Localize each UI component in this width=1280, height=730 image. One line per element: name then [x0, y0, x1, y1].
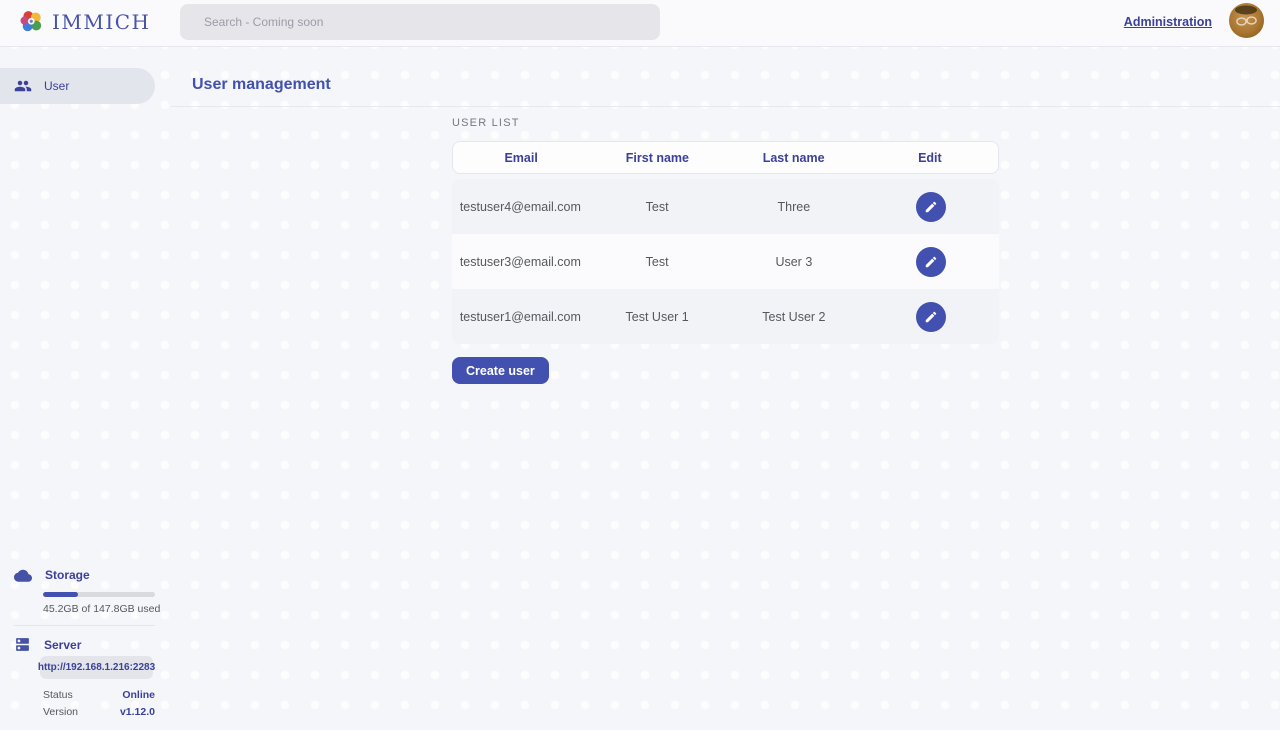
cell-last-name: Three: [726, 200, 863, 214]
column-header-email: Email: [453, 151, 589, 165]
storage-usage-text: 45.2GB of 147.8GB used: [43, 603, 160, 615]
storage-progress-bar: [43, 592, 155, 597]
sidebar-bottom-panel: Storage 45.2GB of 147.8GB used Server ht…: [0, 568, 170, 582]
page-title: User management: [192, 76, 331, 94]
server-icon: [14, 636, 31, 653]
table-row: testuser3@email.com Test User 3: [452, 234, 999, 289]
sidebar-item-user-label: User: [44, 79, 69, 93]
search-input[interactable]: [180, 4, 660, 40]
storage-title: Storage: [45, 568, 90, 582]
sidebar-divider: [14, 625, 155, 626]
cell-email: testuser3@email.com: [452, 255, 589, 269]
cell-email: testuser1@email.com: [452, 310, 589, 324]
server-status-row: Status Online: [43, 688, 155, 701]
immich-flower-logo-icon: [18, 8, 45, 35]
edit-user-button[interactable]: [916, 302, 946, 332]
edit-user-button[interactable]: [916, 192, 946, 222]
user-table-body: testuser4@email.com Test Three testuser3…: [452, 179, 999, 344]
server-section: Server http://192.168.1.216:2283 Status …: [0, 636, 170, 653]
cell-first-name: Test User 1: [589, 310, 726, 324]
topbar: IMMICH Administration: [0, 0, 1280, 47]
cell-last-name: User 3: [726, 255, 863, 269]
cell-last-name: Test User 2: [726, 310, 863, 324]
administration-link[interactable]: Administration: [1124, 15, 1212, 29]
user-table-header: Email First name Last name Edit: [452, 141, 999, 174]
sidebar-item-user[interactable]: User: [0, 68, 155, 104]
pencil-icon: [924, 255, 938, 269]
column-header-edit: Edit: [862, 151, 998, 165]
version-label: Version: [43, 706, 78, 718]
pencil-icon: [924, 310, 938, 324]
brand[interactable]: IMMICH: [18, 8, 151, 35]
title-divider: [171, 106, 1280, 107]
status-label: Status: [43, 689, 73, 701]
table-row: testuser1@email.com Test User 1 Test Use…: [452, 289, 999, 344]
status-value: Online: [122, 689, 155, 701]
cell-first-name: Test: [589, 200, 726, 214]
pencil-icon: [924, 200, 938, 214]
version-value: v1.12.0: [120, 706, 155, 718]
column-header-last-name: Last name: [726, 151, 862, 165]
cell-email: testuser4@email.com: [452, 200, 589, 214]
storage-section: Storage: [0, 568, 170, 582]
brand-name: IMMICH: [52, 10, 151, 34]
users-icon: [14, 77, 32, 95]
column-header-first-name: First name: [589, 151, 725, 165]
server-title: Server: [44, 638, 81, 652]
server-version-row: Version v1.12.0: [43, 705, 155, 718]
avatar[interactable]: [1229, 3, 1264, 38]
cloud-icon: [14, 568, 32, 582]
user-list-label: USER LIST: [452, 117, 520, 129]
table-row: testuser4@email.com Test Three: [452, 179, 999, 234]
server-url-chip: http://192.168.1.216:2283: [40, 656, 153, 679]
create-user-button[interactable]: Create user: [452, 357, 549, 384]
cell-first-name: Test: [589, 255, 726, 269]
edit-user-button[interactable]: [916, 247, 946, 277]
storage-progress-fill: [43, 592, 78, 597]
